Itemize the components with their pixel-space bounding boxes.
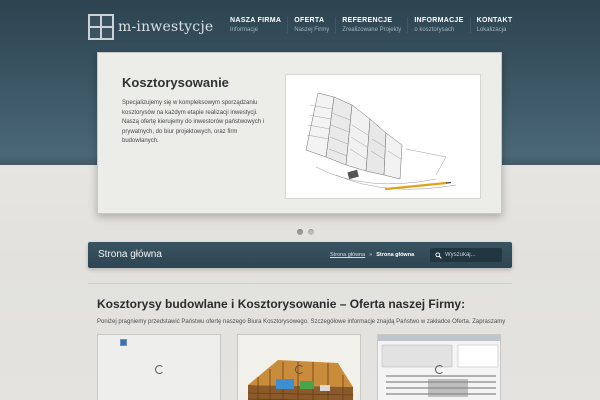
slide-text: Specjalizujemy się w kompleksowym sporzą… (122, 100, 265, 144)
nav-item-oferta[interactable]: OFERTA Naszej Firmy (287, 17, 335, 33)
search-icon[interactable] (435, 251, 442, 259)
offer-thumbnail-3[interactable] (377, 334, 501, 400)
slider-dot-2[interactable] (308, 229, 314, 235)
search-box (430, 248, 502, 262)
logo-text: m-inwestycje (118, 19, 214, 35)
loading-spinner-icon (435, 365, 444, 374)
building-sketch-icon (305, 92, 457, 191)
nav-item-nasza-firma[interactable]: NASZA FIRMA Informacje (224, 17, 287, 33)
main-nav: NASZA FIRMA Informacje OFERTA Naszej Fir… (224, 17, 518, 33)
slider-dot-1[interactable] (297, 229, 303, 235)
site-logo[interactable]: m-inwestycje (88, 14, 213, 40)
breadcrumb-home-link[interactable]: Strona główna (330, 252, 365, 258)
breadcrumb: Strona główna » Strona główna (330, 252, 414, 258)
breadcrumb-bar: Strona główna Strona główna » Strona głó… (88, 242, 512, 268)
content-intro: Poniżej pragniemy przedstawić Państwu of… (97, 319, 506, 325)
nav-title: KONTAKT (476, 17, 513, 24)
search-input[interactable] (445, 252, 500, 258)
nav-title: OFERTA (294, 17, 325, 24)
nav-item-informacje[interactable]: INFORMACJE o kosztorysach (407, 17, 469, 33)
nav-title: NASZA FIRMA (230, 17, 282, 24)
nav-title: REFERENCJE (342, 17, 393, 24)
divider (88, 283, 512, 284)
nav-subtitle: Zrealizowane Projekty (342, 27, 402, 33)
nav-subtitle: Naszej Firmy (294, 27, 330, 33)
slide-title: Kosztorysowanie (122, 75, 229, 90)
content-heading: Kosztorysy budowlane i Kosztorysowanie –… (97, 297, 466, 311)
nav-subtitle: Informacje (230, 27, 259, 33)
offer-thumbnail-2[interactable] (237, 334, 361, 400)
slider-dots (297, 229, 314, 235)
building-sketch-image[interactable] (285, 74, 481, 199)
breadcrumb-separator: » (369, 252, 373, 258)
page-title: Strona główna (98, 249, 162, 260)
hero-slider: Kosztorysowanie Specjalizujemy się w kom… (97, 52, 502, 214)
loading-spinner-icon (295, 365, 304, 374)
nav-title: INFORMACJE (414, 17, 464, 24)
logo-icon (88, 14, 114, 40)
breadcrumb-current: Strona główna (376, 252, 415, 258)
nav-subtitle: Lokalizacja (476, 27, 507, 33)
nav-item-kontakt[interactable]: KONTAKT Lokalizacja (469, 17, 519, 33)
nav-item-referencje[interactable]: REFERENCJE Zrealizowane Projekty (335, 17, 407, 33)
window-icon (120, 339, 127, 346)
offer-thumbnail-1[interactable] (97, 334, 221, 400)
loading-spinner-icon (155, 365, 164, 374)
nav-subtitle: o kosztorysach (414, 27, 455, 33)
